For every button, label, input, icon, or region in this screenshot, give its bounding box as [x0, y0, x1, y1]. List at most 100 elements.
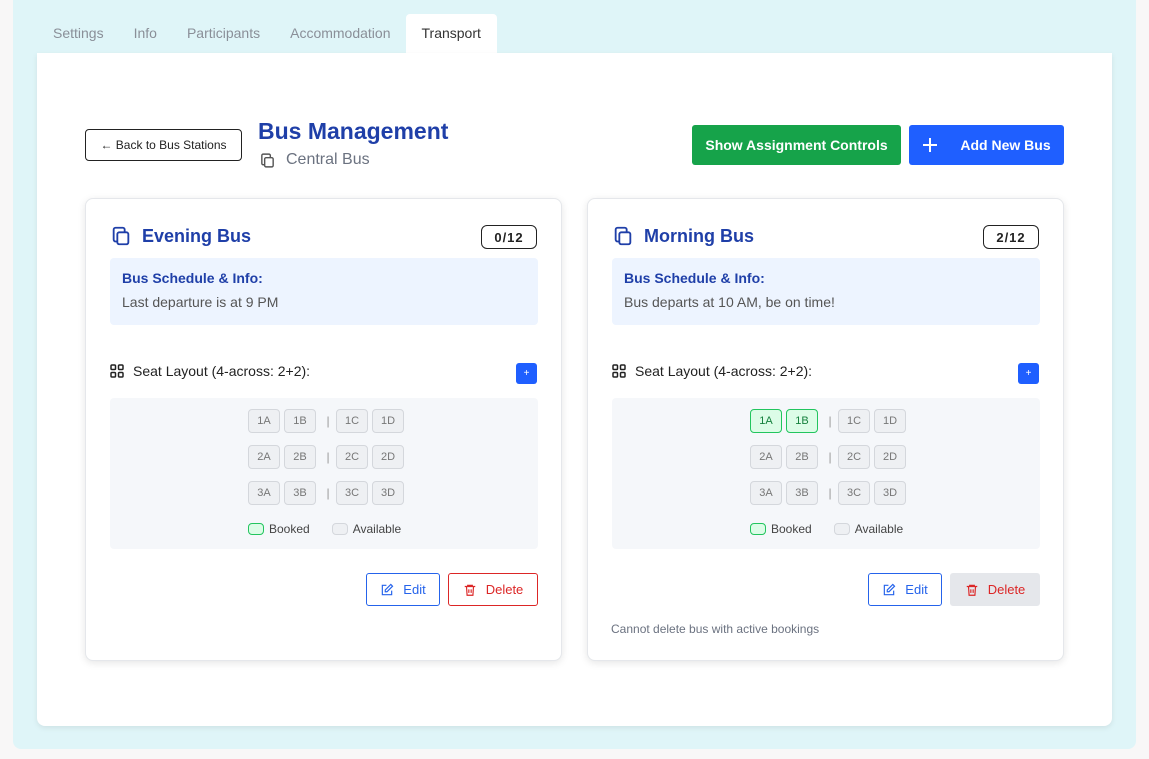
- bus-name: Morning Bus: [644, 225, 754, 246]
- edit-label: Edit: [905, 582, 928, 597]
- seat-1b[interactable]: 1B: [284, 409, 316, 433]
- seat-map: 1A 1B | 1C 1D 2A 2B | 2C 2D 3A 3B | 3C 3D Booked Availab…: [110, 398, 538, 549]
- seat-2a[interactable]: 2A: [248, 445, 280, 469]
- seat-2d[interactable]: 2D: [874, 445, 906, 469]
- add-seat-button[interactable]: +: [516, 363, 537, 384]
- seat-layout-label: Seat Layout (4-across: 2+2):: [635, 363, 813, 379]
- plus-icon: [923, 138, 938, 152]
- seat-legend: Booked Available: [750, 522, 903, 536]
- copy-icon: [261, 152, 274, 168]
- seat-1c[interactable]: 1C: [336, 409, 368, 433]
- add-new-bus-label: Add New Bus: [960, 137, 1051, 153]
- delete-label: Delete: [987, 582, 1026, 597]
- seat-3d[interactable]: 3D: [874, 481, 906, 505]
- info-text: Last departure is at 9 PM: [122, 294, 279, 310]
- aisle-divider: |: [326, 414, 330, 428]
- delete-button[interactable]: Delete: [448, 573, 538, 606]
- legend-available-label: Available: [854, 522, 904, 536]
- info-title: Bus Schedule & Info:: [624, 270, 765, 286]
- back-to-bus-stations-button[interactable]: ← Back to Bus Stations: [85, 129, 242, 161]
- available-swatch: [331, 523, 348, 535]
- delete-button[interactable]: Delete: [950, 573, 1040, 606]
- seat-2d[interactable]: 2D: [372, 445, 404, 469]
- tab-settings[interactable]: Settings: [38, 14, 119, 53]
- edit-label: Edit: [403, 582, 426, 597]
- seat-3b[interactable]: 3B: [786, 481, 818, 505]
- page-title: Bus Management: [258, 118, 449, 144]
- seat-row: 2A 2B | 2C 2D: [248, 445, 408, 469]
- tab-participants[interactable]: Participants: [172, 14, 275, 53]
- booked-swatch: [750, 523, 766, 535]
- seat-count-badge: 2/12: [983, 225, 1039, 249]
- delete-disabled-note: Cannot delete bus with active bookings: [611, 622, 820, 636]
- copy-icon: [112, 226, 130, 246]
- seat-2a[interactable]: 2A: [750, 445, 782, 469]
- copy-icon: [614, 226, 632, 246]
- bus-card: Evening Bus 0/12 Bus Schedule & Info: La…: [85, 198, 562, 661]
- legend-booked-label: Booked: [269, 522, 310, 536]
- aisle-divider: |: [828, 450, 832, 464]
- bus-name: Evening Bus: [142, 225, 252, 246]
- tab-bar: Settings Info Participants Accommodation…: [38, 14, 497, 53]
- seat-3c[interactable]: 3C: [838, 481, 870, 505]
- seat-2c[interactable]: 2C: [336, 445, 368, 469]
- station-name: Central Bus: [286, 151, 370, 168]
- seat-3d[interactable]: 3D: [372, 481, 404, 505]
- info-title: Bus Schedule & Info:: [122, 270, 263, 286]
- seat-3a[interactable]: 3A: [248, 481, 280, 505]
- seat-1a[interactable]: 1A: [248, 409, 280, 433]
- add-new-bus-button[interactable]: Add New Bus: [909, 125, 1064, 165]
- seat-3c[interactable]: 3C: [336, 481, 368, 505]
- aisle-divider: |: [326, 486, 330, 500]
- show-assignment-controls-button[interactable]: Show Assignment Controls: [692, 125, 901, 165]
- seat-1d[interactable]: 1D: [874, 409, 906, 433]
- aisle-divider: |: [828, 486, 832, 500]
- booked-swatch: [248, 523, 264, 535]
- station-subtitle: Central Bus: [259, 151, 370, 169]
- bus-info-box: Bus Schedule & Info: Last departure is a…: [110, 258, 538, 325]
- bus-card-header: Morning Bus: [612, 225, 754, 247]
- tab-accommodation[interactable]: Accommodation: [275, 14, 405, 53]
- delete-label: Delete: [485, 582, 524, 597]
- bus-info-box: Bus Schedule & Info: Bus departs at 10 A…: [612, 258, 1040, 325]
- seat-row: 2A 2B | 2C 2D: [750, 445, 910, 469]
- seat-legend: Booked Available: [248, 522, 401, 536]
- seat-layout-header: Seat Layout (4-across: 2+2):: [612, 363, 812, 379]
- seat-count-badge: 0/12: [481, 225, 537, 249]
- aisle-divider: |: [828, 414, 832, 428]
- seat-2b[interactable]: 2B: [786, 445, 818, 469]
- legend-available-label: Available: [352, 522, 402, 536]
- edit-icon: [382, 583, 394, 595]
- trash-icon: [464, 584, 475, 596]
- seat-1a[interactable]: 1A: [750, 409, 782, 433]
- seat-1d[interactable]: 1D: [372, 409, 404, 433]
- seat-row: 1A 1B | 1C 1D: [750, 409, 910, 433]
- seat-1c[interactable]: 1C: [838, 409, 870, 433]
- grid-icon: [612, 364, 626, 378]
- grid-icon: [110, 364, 124, 378]
- seat-row: 3A 3B | 3C 3D: [750, 481, 910, 505]
- seat-3b[interactable]: 3B: [284, 481, 316, 505]
- edit-icon: [884, 583, 896, 595]
- aisle-divider: |: [326, 450, 330, 464]
- seat-row: 3A 3B | 3C 3D: [248, 481, 408, 505]
- seat-layout-header: Seat Layout (4-across: 2+2):: [110, 363, 310, 379]
- available-swatch: [833, 523, 850, 535]
- seat-2c[interactable]: 2C: [838, 445, 870, 469]
- tab-transport[interactable]: Transport: [405, 14, 497, 53]
- seat-map: 1A 1B | 1C 1D 2A 2B | 2C 2D 3A 3B | 3C 3D Booked Availab…: [612, 398, 1040, 549]
- edit-button[interactable]: Edit: [366, 573, 440, 606]
- seat-1b[interactable]: 1B: [786, 409, 818, 433]
- tab-info[interactable]: Info: [119, 14, 172, 53]
- seat-2b[interactable]: 2B: [284, 445, 316, 469]
- bus-card: Morning Bus 2/12 Bus Schedule & Info: Bu…: [587, 198, 1064, 661]
- info-text: Bus departs at 10 AM, be on time!: [624, 294, 835, 310]
- edit-button[interactable]: Edit: [868, 573, 942, 606]
- legend-booked-label: Booked: [771, 522, 812, 536]
- bus-card-header: Evening Bus: [110, 225, 251, 247]
- add-seat-button[interactable]: +: [1018, 363, 1039, 384]
- seat-3a[interactable]: 3A: [750, 481, 782, 505]
- trash-icon: [966, 584, 977, 596]
- seat-row: 1A 1B | 1C 1D: [248, 409, 408, 433]
- seat-layout-label: Seat Layout (4-across: 2+2):: [133, 363, 311, 379]
